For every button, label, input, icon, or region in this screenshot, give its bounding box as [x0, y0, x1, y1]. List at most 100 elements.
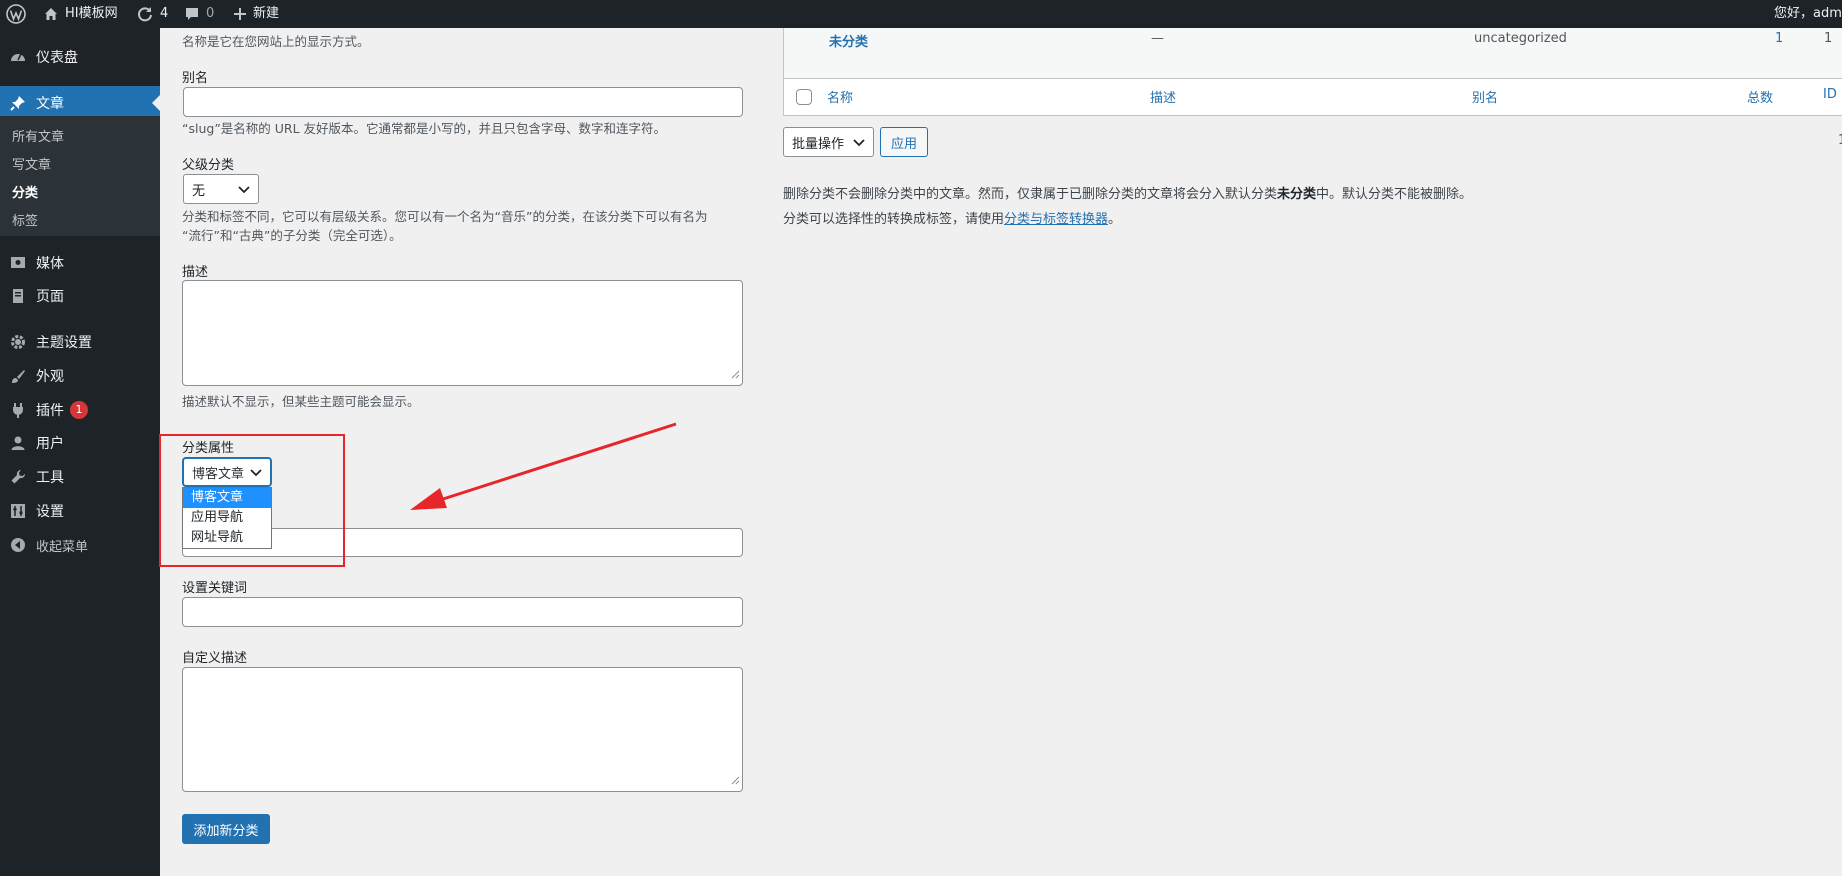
category-tag-converter-link[interactable]: 分类与标签转换器 — [1004, 212, 1108, 227]
dashboard-icon — [0, 48, 36, 66]
table-footer-header: 名称 描述 别名 总数 ID — [784, 78, 1842, 115]
plugin-icon — [0, 401, 36, 419]
column-description-sort[interactable]: 描述 — [1150, 87, 1176, 106]
menu-collapse[interactable]: 收起菜单 — [0, 528, 160, 562]
parent-select[interactable]: 无 — [183, 174, 259, 204]
menu-item-plugins[interactable]: 插件 1 — [0, 393, 160, 427]
comment-icon — [184, 6, 200, 22]
note-text: 。 — [1108, 212, 1122, 227]
greeting-text: 您好，admi — [1774, 6, 1842, 21]
menu-item-tools[interactable]: 工具 — [0, 460, 160, 494]
convert-category-note: 分类可以选择性的转换成标签，请使用分类与标签转换器。 — [783, 208, 1121, 227]
bulk-actions-select[interactable]: 批量操作 — [783, 127, 874, 157]
default-category-name: 未分类 — [1277, 187, 1317, 202]
new-label: 新建 — [253, 6, 280, 21]
media-icon — [0, 254, 36, 272]
category-name-link[interactable]: 未分类 — [829, 31, 868, 50]
category-id-cell: 1 — [1824, 31, 1833, 46]
menu-label: 页面 — [36, 289, 64, 305]
submenu-tags[interactable]: 标签 — [12, 210, 38, 229]
menu-label: 仪表盘 — [36, 50, 78, 66]
admin-bar: HI模板网 4 0 新建 您好，admi — [0, 0, 1842, 28]
keywords-input[interactable] — [182, 597, 743, 627]
slug-help-text: “slug”是名称的 URL 友好版本。它通常都是小写的，并且只包含字母、数字和… — [182, 121, 667, 136]
table-row: 未分类 — uncategorized 1 1 — [784, 28, 1842, 78]
delete-category-note: 删除分类不会删除分类中的文章。然而，仅隶属于已删除分类的文章将会分入默认分类未分… — [783, 183, 1472, 202]
site-name: HI模板网 — [65, 6, 118, 21]
refresh-icon — [136, 5, 154, 23]
chevron-down-icon — [238, 184, 250, 199]
column-name-sort[interactable]: 名称 — [827, 87, 853, 106]
menu-item-dashboard[interactable]: 仪表盘 — [0, 40, 160, 74]
plus-icon — [233, 7, 247, 21]
parent-select-value: 无 — [192, 183, 206, 199]
note-text: 中。默认分类不能被删除。 — [1316, 187, 1473, 202]
column-count-sort[interactable]: 总数 — [1747, 87, 1773, 106]
menu-item-pages[interactable]: 页面 — [0, 279, 160, 313]
category-slug-cell: uncategorized — [1474, 31, 1567, 46]
apply-button[interactable]: 应用 — [880, 127, 928, 157]
slug-input[interactable] — [183, 87, 743, 117]
collapse-icon — [0, 537, 36, 553]
resize-grip-icon[interactable] — [731, 774, 740, 789]
add-new-category-label: 添加新分类 — [193, 823, 259, 839]
menu-label: 外观 — [36, 369, 64, 385]
menu-label: 主题设置 — [36, 335, 92, 351]
gear-icon — [0, 333, 36, 351]
posts-submenu: 所有文章 写文章 分类 标签 — [0, 116, 160, 236]
submenu-categories[interactable]: 分类 — [12, 182, 38, 201]
menu-label: 文章 — [36, 96, 64, 112]
categories-table: 未分类 — uncategorized 1 1 名称 描述 别名 总数 ID — [783, 28, 1842, 116]
menu-item-users[interactable]: 用户 — [0, 426, 160, 460]
menu-label: 工具 — [36, 470, 64, 486]
brush-icon — [0, 367, 36, 385]
custom-description-label: 自定义描述 — [182, 651, 248, 666]
description-textarea[interactable] — [182, 280, 743, 386]
note-text: 分类可以选择性的转换成标签，请使用 — [783, 212, 1005, 227]
menu-label: 媒体 — [36, 256, 64, 272]
updates-link[interactable]: 4 — [136, 0, 168, 28]
highlight-rectangle — [159, 434, 345, 567]
parent-label: 父级分类 — [182, 158, 235, 173]
category-description-cell: — — [1151, 31, 1164, 46]
custom-description-textarea[interactable] — [182, 667, 743, 792]
account-greeting[interactable]: 您好，admi — [1774, 0, 1842, 28]
note-text: 删除分类不会删除分类中的文章。然而，仅隶属于已删除分类的文章将会分入默认分类 — [783, 187, 1278, 202]
menu-label: 设置 — [36, 504, 64, 520]
settings-icon — [0, 502, 36, 520]
page-icon — [0, 287, 36, 305]
name-help-text: 名称是它在您网站上的显示方式。 — [182, 34, 370, 49]
apply-label: 应用 — [890, 136, 917, 152]
parent-help-text-line2: “流行”和“古典”的子分类（完全可选）。 — [182, 228, 402, 243]
new-content-link[interactable]: 新建 — [233, 0, 279, 28]
resize-grip-icon[interactable] — [731, 368, 740, 383]
menu-item-appearance[interactable]: 外观 — [0, 359, 160, 393]
category-count-link[interactable]: 1 — [1775, 31, 1783, 46]
menu-item-media[interactable]: 媒体 — [0, 246, 160, 280]
site-name-link[interactable]: HI模板网 — [43, 0, 118, 28]
add-new-category-button[interactable]: 添加新分类 — [182, 814, 270, 844]
comments-link[interactable]: 0 — [184, 0, 214, 28]
select-all-checkbox[interactable] — [796, 89, 812, 105]
column-slug-sort[interactable]: 别名 — [1472, 87, 1498, 106]
menu-item-posts[interactable]: 文章 — [0, 86, 160, 120]
slug-label: 别名 — [182, 71, 209, 86]
home-icon — [43, 6, 59, 22]
keywords-label: 设置关键词 — [182, 581, 248, 596]
submenu-write-post[interactable]: 写文章 — [12, 154, 51, 173]
submenu-all-posts[interactable]: 所有文章 — [12, 126, 64, 145]
admin-sidebar: 仪表盘 文章 所有文章 写文章 分类 标签 媒体 页面 主题设置 外观 插件 1… — [0, 28, 160, 876]
bulk-actions-value: 批量操作 — [792, 136, 845, 152]
column-id-sort[interactable]: ID — [1823, 87, 1837, 102]
wordpress-logo-icon[interactable] — [6, 0, 26, 28]
items-count: 1 — [1838, 133, 1842, 148]
menu-item-theme-settings[interactable]: 主题设置 — [0, 325, 160, 359]
menu-item-settings[interactable]: 设置 — [0, 494, 160, 528]
chevron-down-icon — [853, 137, 865, 152]
comments-count: 0 — [206, 6, 215, 21]
updates-count: 4 — [160, 6, 169, 21]
menu-label: 用户 — [36, 436, 64, 452]
description-label: 描述 — [182, 265, 209, 280]
wrench-icon — [0, 468, 36, 486]
description-help-text: 描述默认不显示，但某些主题可能会显示。 — [182, 394, 420, 409]
